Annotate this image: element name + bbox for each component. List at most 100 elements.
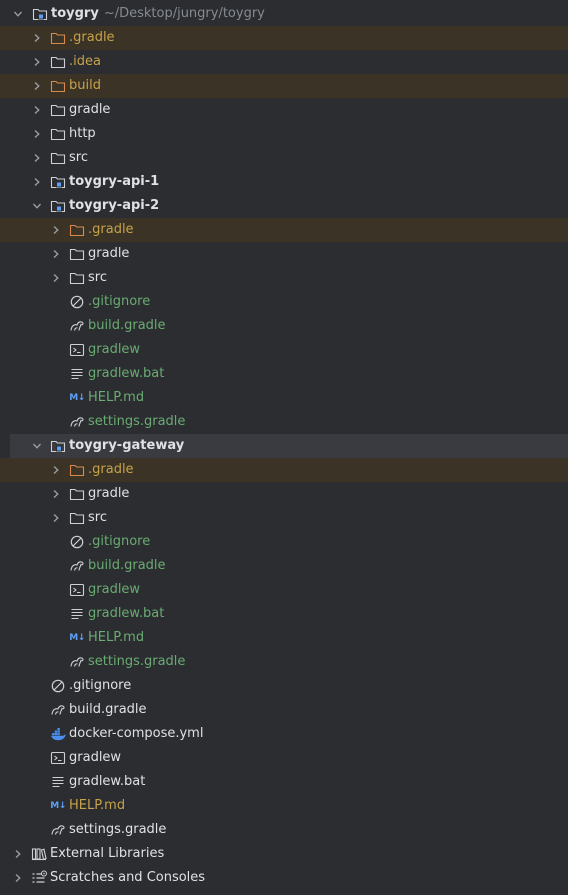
tree-item-src[interactable]: src bbox=[0, 146, 568, 170]
chevron-right-icon[interactable] bbox=[29, 98, 45, 122]
chevron-right-icon[interactable] bbox=[48, 482, 64, 506]
tree-item-dot-gradle[interactable]: .gradle bbox=[0, 458, 568, 482]
folder-icon bbox=[69, 270, 85, 286]
tree-item-gitignore[interactable]: .gitignore bbox=[0, 530, 568, 554]
chevron-right-icon[interactable] bbox=[29, 122, 45, 146]
tree-item-gradle[interactable]: gradle bbox=[0, 242, 568, 266]
tree-item-gradlew-bat[interactable]: gradlew.bat bbox=[0, 602, 568, 626]
project-tree: toygry ~/Desktop/jungry/toygry .gradle .i… bbox=[0, 0, 568, 890]
tree-item-build-gradle[interactable]: build.gradle bbox=[0, 698, 568, 722]
project-name: toygry ~/Desktop/jungry/toygry bbox=[51, 6, 265, 21]
chevron-right-icon[interactable] bbox=[29, 170, 45, 194]
tree-item-label: settings.gradle bbox=[69, 822, 167, 837]
tree-item-label: HELP.md bbox=[88, 390, 145, 405]
tree-item-gradle[interactable]: gradle bbox=[0, 482, 568, 506]
tree-item-label: gradlew bbox=[69, 750, 122, 765]
chevron-down-icon[interactable] bbox=[10, 2, 26, 26]
chevron-right-icon[interactable] bbox=[10, 866, 26, 890]
terminal-script-icon bbox=[69, 582, 85, 598]
tree-item-help-md[interactable]: M↓ HELP.md bbox=[0, 794, 568, 818]
chevron-right-icon[interactable] bbox=[48, 458, 64, 482]
tree-item-dot-gradle[interactable]: .gradle bbox=[0, 218, 568, 242]
chevron-right-icon[interactable] bbox=[29, 50, 45, 74]
chevron-right-icon[interactable] bbox=[29, 74, 45, 98]
tree-item-gradlew[interactable]: gradlew bbox=[0, 338, 568, 362]
tree-item-src[interactable]: src bbox=[0, 506, 568, 530]
module-folder-icon bbox=[50, 174, 66, 190]
markdown-icon: M↓ bbox=[50, 801, 66, 811]
tree-item-label: gradlew.bat bbox=[69, 774, 146, 789]
folder-icon bbox=[69, 510, 85, 526]
tree-item-label: src bbox=[88, 270, 107, 285]
tree-item-settings-gradle[interactable]: settings.gradle bbox=[0, 410, 568, 434]
chevron-right-icon[interactable] bbox=[48, 218, 64, 242]
gitignore-icon bbox=[50, 678, 66, 694]
chevron-right-icon[interactable] bbox=[29, 146, 45, 170]
docker-icon bbox=[50, 726, 66, 742]
tree-item-label: build.gradle bbox=[69, 702, 147, 717]
text-file-icon bbox=[69, 366, 85, 382]
tree-item-project-root[interactable]: toygry ~/Desktop/jungry/toygry bbox=[0, 2, 568, 26]
library-icon bbox=[31, 846, 47, 862]
tree-item-label: .gitignore bbox=[88, 294, 151, 309]
gradle-icon bbox=[50, 702, 66, 718]
tree-item-label: src bbox=[69, 150, 88, 165]
tree-item-scratches[interactable]: Scratches and Consoles bbox=[0, 866, 568, 890]
tree-item-gradlew[interactable]: gradlew bbox=[0, 578, 568, 602]
tree-item-external-libraries[interactable]: External Libraries bbox=[0, 842, 568, 866]
tree-item-label: docker-compose.yml bbox=[69, 726, 204, 741]
terminal-script-icon bbox=[69, 342, 85, 358]
tree-item-settings-gradle[interactable]: settings.gradle bbox=[0, 650, 568, 674]
tree-item-build[interactable]: build bbox=[0, 74, 568, 98]
tree-item-label: build.gradle bbox=[88, 558, 166, 573]
tree-item-src[interactable]: src bbox=[0, 266, 568, 290]
tree-item-settings-gradle[interactable]: settings.gradle bbox=[0, 818, 568, 842]
tree-item-dot-gradle[interactable]: .gradle bbox=[0, 26, 568, 50]
folder-icon bbox=[50, 126, 66, 142]
gradle-icon bbox=[69, 654, 85, 670]
tree-item-help-md[interactable]: M↓ HELP.md bbox=[0, 626, 568, 650]
tree-item-http[interactable]: http bbox=[0, 122, 568, 146]
gradle-icon bbox=[69, 414, 85, 430]
chevron-right-icon[interactable] bbox=[48, 266, 64, 290]
chevron-right-icon[interactable] bbox=[48, 506, 64, 530]
tree-item-gradlew-bat[interactable]: gradlew.bat bbox=[0, 770, 568, 794]
tree-item-label: Scratches and Consoles bbox=[50, 870, 206, 885]
tree-item-label: toygry-api-2 bbox=[69, 198, 160, 213]
chevron-right-icon[interactable] bbox=[10, 842, 26, 866]
tree-item-label: HELP.md bbox=[88, 630, 145, 645]
folder-icon bbox=[69, 486, 85, 502]
tree-item-gradlew-bat[interactable]: gradlew.bat bbox=[0, 362, 568, 386]
folder-icon bbox=[50, 54, 66, 70]
folder-icon bbox=[69, 462, 85, 478]
tree-item-label: toygry-gateway bbox=[69, 438, 185, 453]
tree-item-build-gradle[interactable]: build.gradle bbox=[0, 314, 568, 338]
gitignore-icon bbox=[69, 534, 85, 550]
chevron-right-icon[interactable] bbox=[29, 26, 45, 50]
tree-item-help-md[interactable]: M↓ HELP.md bbox=[0, 386, 568, 410]
module-folder-icon bbox=[32, 6, 48, 22]
tree-item-label: gradle bbox=[69, 102, 111, 117]
tree-item-gradlew[interactable]: gradlew bbox=[0, 746, 568, 770]
chevron-down-icon[interactable] bbox=[29, 434, 45, 458]
folder-icon bbox=[50, 30, 66, 46]
folder-icon bbox=[50, 78, 66, 94]
tree-item-toygry-api-2[interactable]: toygry-api-2 bbox=[0, 194, 568, 218]
tree-item-build-gradle[interactable]: build.gradle bbox=[0, 554, 568, 578]
scratches-icon bbox=[31, 870, 47, 886]
folder-icon bbox=[50, 102, 66, 118]
chevron-down-icon[interactable] bbox=[29, 194, 45, 218]
chevron-right-icon[interactable] bbox=[48, 242, 64, 266]
tree-item-toygry-api-1[interactable]: toygry-api-1 bbox=[0, 170, 568, 194]
tree-item-gitignore[interactable]: .gitignore bbox=[0, 290, 568, 314]
tree-item-dot-idea[interactable]: .idea bbox=[0, 50, 568, 74]
tree-item-label: gradlew bbox=[88, 582, 141, 597]
tree-item-label: HELP.md bbox=[69, 798, 126, 813]
tree-item-gitignore[interactable]: .gitignore bbox=[0, 674, 568, 698]
tree-item-toygry-gateway[interactable]: toygry-gateway bbox=[10, 434, 568, 458]
tree-item-gradle[interactable]: gradle bbox=[0, 98, 568, 122]
text-file-icon bbox=[69, 606, 85, 622]
tree-item-label: gradlew.bat bbox=[88, 606, 165, 621]
tree-item-docker-compose[interactable]: docker-compose.yml bbox=[0, 722, 568, 746]
tree-item-label: build bbox=[69, 78, 101, 93]
